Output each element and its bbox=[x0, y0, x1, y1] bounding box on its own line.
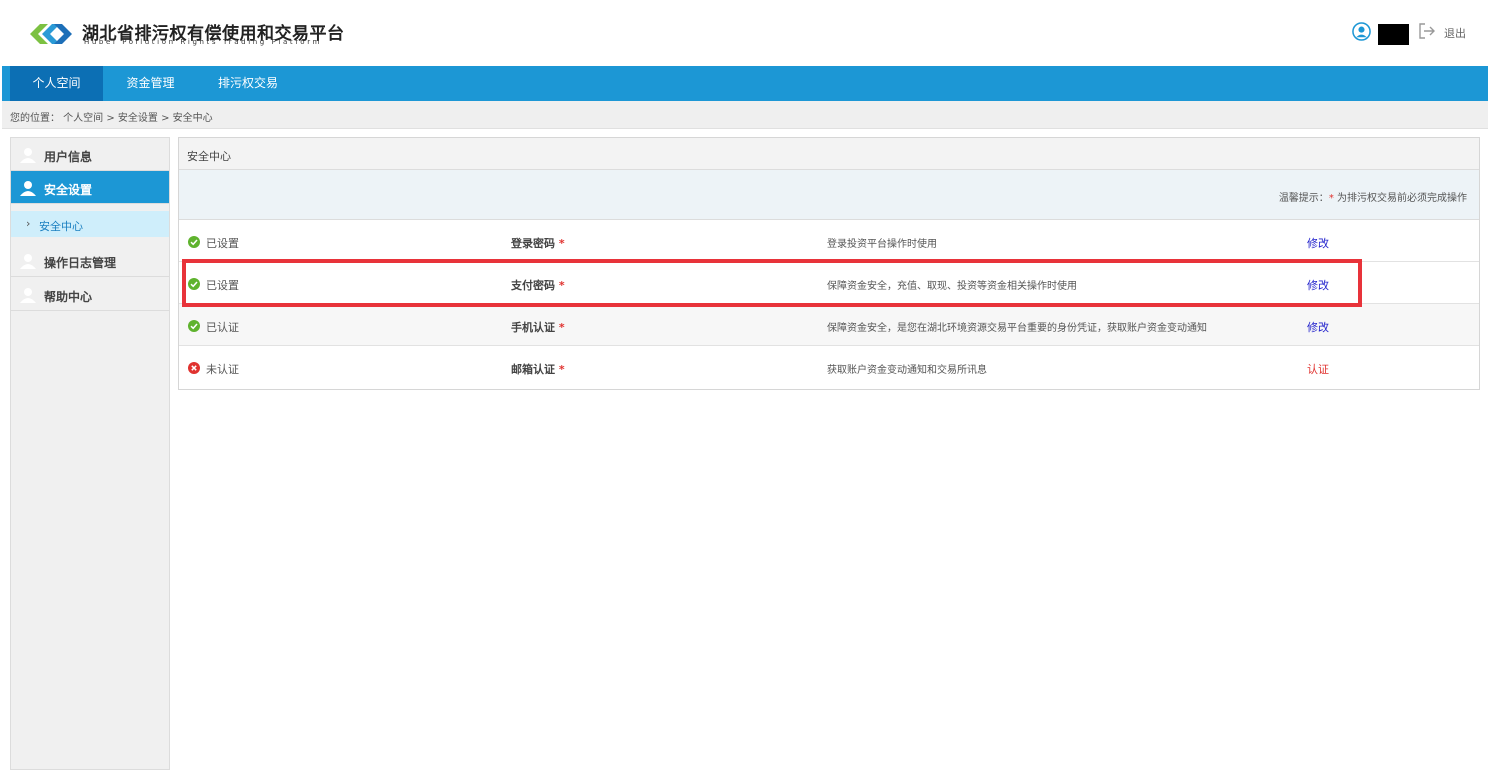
modify-payment-password-link[interactable]: 修改 bbox=[1307, 277, 1329, 293]
tip-message: 为排污权交易前必须完成操作 bbox=[1333, 193, 1467, 204]
required-star: * bbox=[558, 363, 565, 376]
item-name: 邮箱认证 * bbox=[511, 361, 565, 377]
sidebar-item-help-center[interactable]: 帮助中心 bbox=[11, 278, 169, 311]
user-avatar-icon[interactable] bbox=[1352, 22, 1371, 41]
sidebar-subitem-security-center[interactable]: › 安全中心 bbox=[11, 211, 169, 237]
tip-bar: 温馨提示：* 为排污权交易前必须完成操作 bbox=[179, 170, 1479, 220]
item-name: 支付密码 * bbox=[511, 277, 565, 293]
security-center-panel: 安全中心 温馨提示：* 为排污权交易前必须完成操作 已设置 登录密码 * 登录投… bbox=[178, 137, 1480, 390]
sidebar-item-security-settings[interactable]: 安全设置 bbox=[11, 171, 169, 204]
brand-subtitle: Hubei Pollution Rights Trading Platform bbox=[84, 38, 322, 46]
nav-personal-space[interactable]: 个人空间 bbox=[10, 66, 103, 101]
verify-email-link[interactable]: 认证 bbox=[1307, 361, 1329, 377]
panel-header: 安全中心 bbox=[179, 138, 1479, 170]
item-description: 保障资金安全，是您在湖北环境资源交易平台重要的身份凭证，获取账户资金变动通知 bbox=[827, 323, 1207, 334]
table-row: 未认证 邮箱认证 * 获取账户资金变动通知和交易所讯息 认证 bbox=[179, 346, 1479, 388]
check-circle-icon bbox=[188, 278, 200, 290]
breadcrumb-text: 您的位置： 个人空间 > 安全设置 > 安全中心 bbox=[10, 113, 213, 124]
status-text: 未认证 bbox=[206, 363, 239, 376]
logout-icon[interactable] bbox=[1418, 22, 1436, 40]
username-redacted bbox=[1378, 24, 1409, 45]
main-nav: 个人空间 资金管理 排污权交易 bbox=[2, 66, 1488, 101]
table-row: 已认证 手机认证 * 保障资金安全，是您在湖北环境资源交易平台重要的身份凭证，获… bbox=[179, 304, 1479, 346]
breadcrumb: 您的位置： 个人空间 > 安全设置 > 安全中心 bbox=[2, 101, 1488, 129]
sidebar-item-user-info[interactable]: 用户信息 bbox=[11, 138, 169, 171]
nav-emission-trading[interactable]: 排污权交易 bbox=[198, 66, 298, 101]
sidebar-subitem-label: 安全中心 bbox=[39, 220, 83, 233]
user-icon bbox=[20, 181, 36, 196]
item-name-text: 手机认证 bbox=[511, 321, 555, 334]
sidebar-item-label: 操作日志管理 bbox=[44, 256, 117, 270]
error-circle-icon bbox=[188, 362, 200, 374]
logout-link[interactable]: 退出 bbox=[1444, 25, 1466, 41]
check-circle-icon bbox=[188, 236, 200, 248]
table-row: 已设置 支付密码 * 保障资金安全，充值、取现、投资等资金相关操作时使用 修改 bbox=[179, 262, 1479, 304]
status-text: 已设置 bbox=[206, 237, 239, 250]
sidebar-item-label: 用户信息 bbox=[44, 150, 93, 164]
sidebar-item-operation-log[interactable]: 操作日志管理 bbox=[11, 244, 169, 277]
item-name-text: 登录密码 bbox=[511, 237, 555, 250]
item-description: 获取账户资金变动通知和交易所讯息 bbox=[827, 365, 987, 376]
item-description: 登录投资平台操作时使用 bbox=[827, 239, 937, 250]
status-text: 已认证 bbox=[206, 321, 239, 334]
sidebar-item-label: 安全设置 bbox=[44, 183, 93, 197]
user-icon bbox=[20, 254, 36, 269]
tip-prefix: 温馨提示： bbox=[1278, 193, 1329, 204]
table-row: 已设置 登录密码 * 登录投资平台操作时使用 修改 bbox=[179, 220, 1479, 262]
nav-fund-management[interactable]: 资金管理 bbox=[103, 66, 198, 101]
tip-text: 温馨提示：* 为排污权交易前必须完成操作 bbox=[1279, 189, 1467, 204]
required-star: * bbox=[558, 321, 565, 334]
item-name-text: 邮箱认证 bbox=[511, 363, 555, 376]
modify-phone-link[interactable]: 修改 bbox=[1307, 319, 1329, 335]
header: 湖北省排污权有偿使用和交易平台 Hubei Pollution Rights T… bbox=[0, 0, 1490, 66]
sidebar-item-label: 帮助中心 bbox=[44, 290, 93, 304]
item-name-text: 支付密码 bbox=[511, 279, 555, 292]
check-circle-icon bbox=[188, 320, 200, 332]
required-star: * bbox=[558, 237, 565, 250]
platform-logo bbox=[30, 24, 72, 44]
status-text: 已设置 bbox=[206, 279, 239, 292]
panel-title: 安全中心 bbox=[187, 150, 231, 163]
sidebar: 用户信息 安全设置 › 安全中心 操作日志管理 帮助中心 bbox=[10, 137, 170, 770]
item-name: 登录密码 * bbox=[511, 235, 565, 251]
user-icon bbox=[20, 288, 36, 303]
item-description: 保障资金安全，充值、取现、投资等资金相关操作时使用 bbox=[827, 281, 1077, 292]
required-star: * bbox=[558, 279, 565, 292]
user-icon bbox=[20, 148, 36, 163]
modify-login-password-link[interactable]: 修改 bbox=[1307, 235, 1329, 251]
item-name: 手机认证 * bbox=[511, 319, 565, 335]
chevron-right-icon: › bbox=[26, 217, 31, 230]
